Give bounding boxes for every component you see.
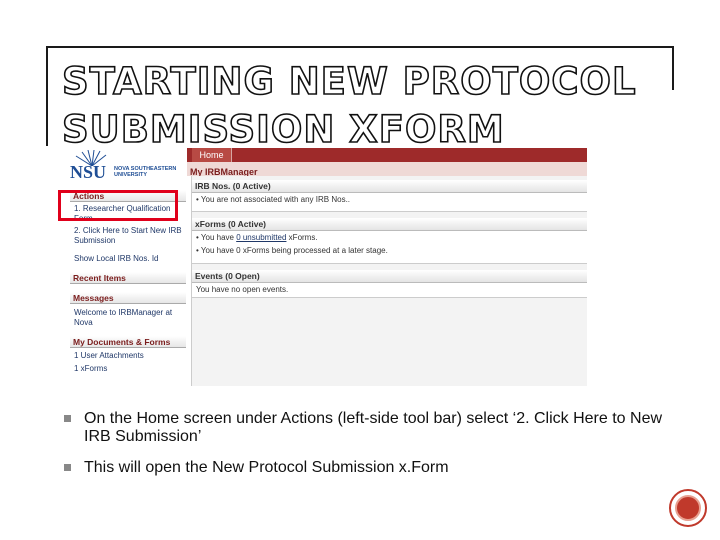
- slide-nav-button[interactable]: [669, 489, 707, 527]
- bullet-item: On the Home screen under Actions (left-s…: [64, 410, 674, 446]
- xforms-line-2-text: You have 0 xForms being processed at a l…: [200, 246, 388, 255]
- xforms-line-2: • You have 0 xForms being processed at a…: [196, 246, 388, 255]
- bullet-text: On the Home screen under Actions (left-s…: [84, 410, 663, 445]
- action-new-irb-submission[interactable]: 2. Click Here to Start New IRB Submissio…: [74, 226, 186, 246]
- irb-nos-header: IRB Nos. (0 Active): [192, 180, 587, 193]
- events-header: Events (0 Open): [192, 270, 587, 283]
- welcome-message: Welcome to IRBManager at Nova: [74, 308, 173, 327]
- nsu-logo: NSU NOVA SOUTHEASTERN UNIVERSITY: [68, 150, 188, 182]
- bullet-text: This will open the New Protocol Submissi…: [84, 459, 449, 476]
- xforms-line-1-pre: You have: [200, 233, 237, 242]
- irbmanager-screenshot: Home My IRBManager NSU NOVA SOUTHEASTERN…: [68, 148, 587, 386]
- bullet-marker-icon: [64, 415, 71, 422]
- bullet-list: On the Home screen under Actions (left-s…: [64, 410, 674, 490]
- irb-nos-box: IRB Nos. (0 Active) • You are not associ…: [192, 180, 587, 212]
- irb-nos-line: • You are not associated with any IRB No…: [196, 195, 351, 204]
- documents-forms-header: My Documents & Forms: [70, 336, 186, 348]
- xforms-line-1-post: xForms.: [286, 233, 318, 242]
- circle-button-icon: [675, 495, 701, 521]
- xforms-box: xForms (0 Active) • You have 0 unsubmitt…: [192, 218, 587, 264]
- frame-right: [672, 46, 674, 90]
- bullet-item: This will open the New Protocol Submissi…: [64, 459, 674, 477]
- frame-top: [46, 46, 674, 48]
- xforms-header: xForms (0 Active): [192, 218, 587, 231]
- logo-name-line2: UNIVERSITY: [114, 172, 148, 178]
- messages-header: Messages: [70, 292, 186, 304]
- frame-left: [46, 46, 48, 146]
- highlight-rectangle: [58, 190, 178, 221]
- action-show-local-irb[interactable]: Show Local IRB Nos. Id: [74, 254, 186, 264]
- bullet-marker-icon: [64, 464, 71, 471]
- doc-xforms[interactable]: 1 xForms: [74, 364, 186, 374]
- logo-university-name: NOVA SOUTHEASTERN UNIVERSITY: [114, 166, 176, 178]
- page-banner: My IRBManager: [187, 162, 587, 177]
- main-panel: IRB Nos. (0 Active) • You are not associ…: [191, 176, 587, 386]
- events-line: You have no open events.: [196, 285, 289, 294]
- events-box: Events (0 Open) You have no open events.: [192, 270, 587, 298]
- unsubmitted-xforms-link[interactable]: 0 unsubmitted: [236, 233, 286, 242]
- top-nav-bar: [187, 148, 587, 162]
- tab-home[interactable]: Home: [192, 148, 232, 162]
- slide-title: STARTING NEW PROTOCOL SUBMISSION XFORM: [61, 59, 637, 152]
- xforms-line-1: • You have 0 unsubmitted xForms.: [196, 233, 318, 242]
- recent-items-header: Recent Items: [70, 272, 186, 284]
- doc-user-attachments[interactable]: 1 User Attachments: [74, 351, 186, 361]
- irb-nos-text: You are not associated with any IRB Nos.…: [200, 195, 351, 204]
